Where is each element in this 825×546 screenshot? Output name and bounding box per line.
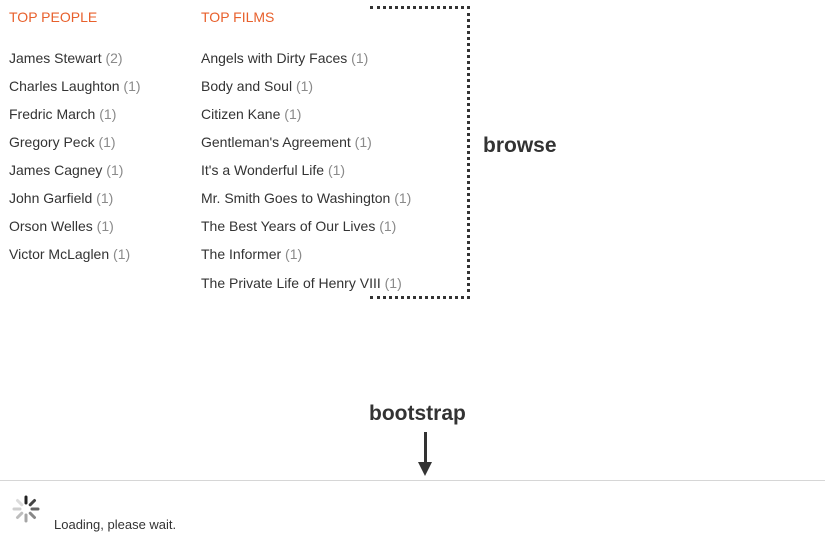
person-count: (1) <box>123 78 141 94</box>
person-link[interactable]: James Stewart <box>9 50 102 66</box>
person-link[interactable]: Orson Welles <box>9 218 93 234</box>
spinner-icon <box>12 495 40 523</box>
film-list-item: Angels with Dirty Faces (1) <box>201 50 368 67</box>
film-list-item: Body and Soul (1) <box>201 78 313 95</box>
film-link[interactable]: Mr. Smith Goes to Washington <box>201 190 390 206</box>
person-link[interactable]: Gregory Peck <box>9 134 95 150</box>
film-link[interactable]: The Private Life of Henry VIII <box>201 275 381 291</box>
arrow-head-icon <box>418 462 432 476</box>
person-link[interactable]: Fredric March <box>9 106 95 122</box>
film-list-item: The Best Years of Our Lives (1) <box>201 218 396 235</box>
film-link[interactable]: Citizen Kane <box>201 106 280 122</box>
film-count: (1) <box>295 78 314 94</box>
people-list-item: James Cagney (1) <box>9 162 123 179</box>
film-link[interactable]: The Informer <box>201 246 281 262</box>
top-films-heading: TOP FILMS <box>201 9 275 25</box>
person-count: (1) <box>96 190 114 206</box>
film-link[interactable]: Gentleman's Agreement <box>201 134 351 150</box>
film-list-item: Gentleman's Agreement (1) <box>201 134 372 151</box>
film-count: (1) <box>351 50 369 66</box>
film-link[interactable]: The Best Years of Our Lives <box>201 218 375 234</box>
film-list-item: It's a Wonderful Life (1) <box>201 162 345 179</box>
people-list-item: James Stewart (2) <box>9 50 123 67</box>
browse-bracket <box>370 6 470 299</box>
loading-text: Loading, please wait. <box>54 517 177 532</box>
film-count: (1) <box>284 106 302 122</box>
film-count: (1) <box>327 162 346 178</box>
top-people-heading: TOP PEOPLE <box>9 9 98 25</box>
people-list-item: Fredric March (1) <box>9 106 116 123</box>
film-count: (1) <box>285 246 303 262</box>
people-list-item: Victor McLaglen (1) <box>9 246 130 263</box>
people-list-item: Orson Welles (1) <box>9 218 114 235</box>
person-link[interactable]: James Cagney <box>9 162 102 178</box>
person-count: (1) <box>99 106 117 122</box>
divider <box>0 480 825 481</box>
person-link[interactable]: Charles Laughton <box>9 78 120 94</box>
person-link[interactable]: John Garfield <box>9 190 92 206</box>
person-link[interactable]: Victor McLaglen <box>9 246 109 262</box>
film-link[interactable]: Body and Soul <box>201 78 292 94</box>
film-link[interactable]: Angels with Dirty Faces <box>201 50 347 66</box>
film-list-item: Citizen Kane (1) <box>201 106 301 123</box>
film-list-item: The Informer (1) <box>201 246 302 263</box>
person-count: (1) <box>113 246 131 262</box>
person-count: (1) <box>106 162 124 178</box>
down-arrow-icon <box>424 432 427 464</box>
people-list-item: Gregory Peck (1) <box>9 134 116 151</box>
people-list-item: Charles Laughton (1) <box>9 78 141 95</box>
person-count: (2) <box>105 50 123 66</box>
film-link[interactable]: It's a Wonderful Life <box>201 162 324 178</box>
person-count: (1) <box>98 134 116 150</box>
people-list-item: John Garfield (1) <box>9 190 113 207</box>
person-count: (1) <box>96 218 114 234</box>
browse-annotation: browse <box>483 134 557 157</box>
bootstrap-annotation: bootstrap <box>369 402 466 425</box>
